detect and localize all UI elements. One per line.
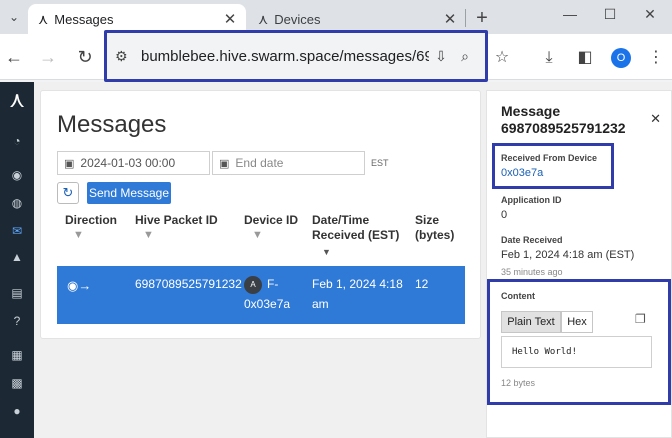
swarm-logo[interactable]: ⋏	[3, 86, 31, 114]
column-header-datetime[interactable]: Date/Time Received (EST)	[312, 213, 399, 243]
column-header-datetime-line2: Received (EST)	[312, 228, 400, 242]
packet-id-cell: 6987089525791232	[135, 277, 242, 291]
received-from-label: Received From Device	[501, 153, 598, 163]
plain-text-tab[interactable]: Plain Text	[501, 311, 561, 333]
bell-icon[interactable]: ▲	[4, 246, 30, 268]
column-header-datetime-line1: Date/Time	[312, 213, 370, 227]
install-app-icon[interactable]: ⇩	[429, 48, 453, 65]
datetime-cell-line2: am	[312, 297, 329, 311]
timezone-label: EST	[371, 158, 389, 168]
start-date-field[interactable]: ▣ 2024-01-03 00:00	[57, 151, 210, 175]
swarm-icon: ⋏	[258, 10, 269, 27]
site-settings-icon[interactable]: ⚙	[115, 48, 135, 65]
help-icon[interactable]: ?	[4, 310, 30, 332]
tab-separator	[465, 9, 466, 27]
window-close-icon[interactable]: ✕	[640, 6, 660, 23]
panel-title: Message 6987089525791232	[501, 103, 626, 137]
column-header-size-line2: (bytes)	[415, 228, 455, 242]
messages-icon[interactable]: ✉	[4, 220, 30, 242]
maximize-icon[interactable]: ☐	[600, 6, 620, 23]
end-date-placeholder: End date	[235, 156, 284, 170]
column-header-packet-id[interactable]: Hive Packet ID	[135, 213, 218, 228]
panel-title-line1: Message	[501, 103, 561, 119]
column-header-size-line1: Size	[415, 213, 440, 227]
filter-icon[interactable]: ▼	[73, 229, 84, 241]
tab-title: Messages	[54, 11, 114, 27]
bookmark-star-icon[interactable]: ☆	[490, 46, 514, 70]
document-icon[interactable]: ▦	[4, 344, 30, 366]
panel-title-line2: 6987089525791232	[501, 120, 626, 136]
table-row[interactable]: ◉→ 6987089525791232 A F- 0x03e7a Feb 1, …	[57, 266, 465, 324]
back-icon[interactable]: ←	[3, 46, 25, 68]
devices-icon[interactable]: ▤	[4, 282, 30, 304]
user-icon[interactable]: ●	[4, 400, 30, 422]
incoming-direction-icon: ◉→	[67, 278, 92, 293]
signal-icon[interactable]: ◉	[4, 164, 30, 186]
close-icon[interactable]: ✕	[220, 10, 240, 28]
date-received-relative: 35 minutes ago	[501, 267, 563, 277]
browser-tab-strip: ⌄ ⋏ Messages ✕ ⋏ Devices ✕ + — ☐ ✕	[0, 0, 672, 34]
zoom-icon[interactable]: ⌕	[453, 48, 477, 65]
filter-icon[interactable]: ▼	[143, 229, 154, 241]
refresh-button[interactable]: ↻	[57, 182, 79, 204]
swarm-icon: ⋏	[38, 10, 49, 27]
device-avatar-icon: A	[244, 276, 262, 294]
content-label: Content	[501, 291, 535, 301]
column-header-direction[interactable]: Direction	[65, 213, 117, 228]
close-icon[interactable]: ✕	[650, 111, 661, 127]
globe-icon[interactable]: ◍	[4, 192, 30, 214]
grid-icon[interactable]: ▩	[4, 372, 30, 394]
copy-icon[interactable]: ❐	[635, 312, 646, 326]
hex-tab[interactable]: Hex	[561, 311, 593, 333]
new-tab-icon[interactable]: +	[472, 7, 492, 30]
date-received-label: Date Received	[501, 235, 563, 245]
column-header-device-id[interactable]: Device ID	[244, 213, 298, 228]
profile-avatar[interactable]: O	[611, 48, 631, 68]
date-received-value: Feb 1, 2024 4:18 am (EST)	[501, 249, 635, 261]
send-message-button[interactable]: Send Message	[87, 182, 171, 204]
side-panel-icon[interactable]: ◧	[573, 46, 597, 70]
close-icon[interactable]: ✕	[440, 10, 460, 28]
filter-icon[interactable]: ▼	[252, 229, 263, 241]
content-size: 12 bytes	[501, 378, 536, 388]
application-id-value: 0	[501, 209, 508, 221]
application-id-label: Application ID	[501, 195, 562, 205]
tab-search-icon[interactable]: ⌄	[6, 9, 22, 25]
url-text[interactable]: bumblebee.hive.swarm.space/messages/6987…	[141, 48, 429, 65]
main-content: Messages ▣ 2024-01-03 00:00 ▣ End date E…	[34, 82, 672, 438]
calendar-icon: ▣	[219, 157, 230, 170]
device-id-cell-line2: 0x03e7a	[244, 297, 291, 311]
minimize-icon[interactable]: —	[560, 6, 580, 22]
downloads-icon[interactable]: ⤓	[537, 46, 561, 70]
received-from-device-link[interactable]: 0x03e7a	[501, 167, 543, 179]
forward-icon[interactable]: →	[37, 46, 59, 68]
column-header-size[interactable]: Size (bytes)	[415, 213, 454, 243]
start-date-value: 2024-01-03 00:00	[80, 156, 176, 170]
end-date-field[interactable]: ▣ End date	[212, 151, 365, 175]
sort-desc-icon[interactable]: ▼	[322, 247, 331, 257]
size-cell: 12	[415, 277, 429, 291]
messages-card: Messages ▣ 2024-01-03 00:00 ▣ End date E…	[40, 90, 481, 339]
app-sidebar: ⋏ ◔ ◉ ◍ ✉ ▲ ▤ ? ▦ ▩ ●	[0, 82, 34, 438]
message-content-box: Hello World!	[501, 336, 652, 368]
page-title: Messages	[57, 111, 167, 138]
device-id-cell-line1: F-	[267, 277, 279, 291]
calendar-icon: ▣	[64, 157, 75, 170]
dashboard-icon[interactable]: ◔	[4, 130, 30, 152]
reload-icon[interactable]: ↻	[74, 46, 96, 68]
highlight-box-device	[492, 143, 614, 189]
menu-icon[interactable]: ⋮	[644, 46, 668, 70]
message-details-panel: Message 6987089525791232 ✕ Received From…	[486, 90, 672, 438]
datetime-cell-line1: Feb 1, 2024 4:18	[312, 277, 403, 291]
tab-title: Devices	[274, 11, 321, 27]
address-bar[interactable]: ⚙ bumblebee.hive.swarm.space/messages/69…	[104, 30, 488, 82]
